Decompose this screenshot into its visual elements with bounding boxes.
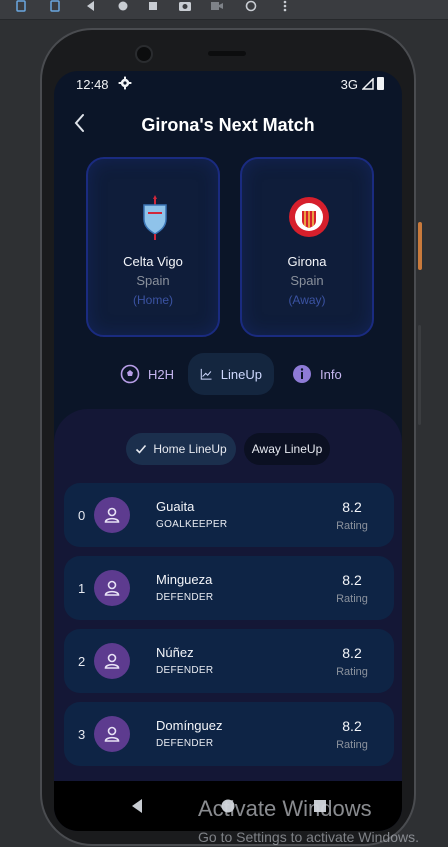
info-icon: [293, 365, 311, 383]
windows-watermark-title: Activate Windows: [198, 796, 372, 821]
player-name: Domínguez: [156, 718, 223, 733]
player-rating-label: Rating: [336, 520, 368, 532]
battery-icon: [377, 77, 384, 90]
player-rating: 8.2: [342, 572, 362, 588]
person-icon: [104, 653, 120, 669]
player-position: GOALKEEPER: [156, 519, 228, 530]
player-position: DEFENDER: [156, 738, 214, 749]
home-lineup-label: Home LineUp: [153, 442, 227, 456]
rotate-right-icon[interactable]: [48, 0, 62, 12]
front-camera: [135, 45, 153, 63]
away-team-country: Spain: [290, 273, 324, 288]
signal-icon: [362, 78, 374, 90]
home-team-card[interactable]: Celta Vigo Spain (Home): [86, 157, 220, 337]
player-row[interactable]: 1 Mingueza DEFENDER 8.2 Rating: [64, 556, 394, 620]
tab-lineup[interactable]: LineUp: [188, 353, 274, 395]
player-rating-label: Rating: [336, 666, 368, 678]
power-button[interactable]: [418, 222, 422, 270]
player-name: Núñez: [156, 645, 194, 660]
player-rating-label: Rating: [336, 593, 368, 605]
emulator-toolbar: [0, 0, 448, 20]
player-index: 1: [78, 581, 86, 596]
player-name: Mingueza: [156, 572, 213, 587]
celta-vigo-crest-icon: [143, 195, 167, 240]
person-icon: [104, 580, 120, 596]
record-icon[interactable]: [210, 0, 224, 12]
away-team-card[interactable]: Girona Spain (Away): [240, 157, 374, 337]
away-team-name: Girona: [287, 254, 327, 269]
tab-h2h[interactable]: H2H: [108, 353, 186, 395]
person-icon: [104, 507, 120, 523]
refresh-icon[interactable]: [244, 0, 258, 12]
player-rating: 8.2: [342, 645, 362, 661]
network-type: 3G: [340, 77, 358, 92]
avatar: [94, 716, 130, 752]
nav-back-icon[interactable]: [128, 797, 146, 815]
volume-button[interactable]: [418, 325, 421, 425]
player-index: 3: [78, 727, 86, 742]
rotate-left-icon[interactable]: [14, 0, 28, 12]
home-team-name: Celta Vigo: [123, 254, 183, 269]
player-name: Guaita: [156, 499, 195, 514]
person-icon: [104, 726, 120, 742]
player-position: DEFENDER: [156, 665, 214, 676]
girona-crest-icon: [289, 197, 329, 237]
player-rating-label: Rating: [336, 739, 368, 751]
home-icon[interactable]: [116, 0, 130, 12]
player-row[interactable]: 3 Domínguez DEFENDER 8.2 Rating: [64, 702, 394, 766]
player-row[interactable]: 0 Guaita GOALKEEPER 8.2 Rating: [64, 483, 394, 547]
home-team-country: Spain: [136, 273, 170, 288]
away-team-role: (Away): [288, 293, 326, 307]
chart-line-icon: [200, 368, 212, 380]
soccer-ball-icon: [120, 364, 140, 384]
back-icon[interactable]: [84, 0, 98, 12]
avatar: [94, 643, 130, 679]
app-header: Girona's Next Match: [54, 107, 402, 141]
status-bar: 12:48 3G: [54, 71, 402, 99]
player-row[interactable]: 2 Núñez DEFENDER 8.2 Rating: [64, 629, 394, 693]
tab-info-label: Info: [320, 366, 342, 382]
tab-info[interactable]: Info: [280, 353, 354, 395]
camera-icon[interactable]: [178, 0, 192, 12]
home-team-role: (Home): [132, 293, 173, 307]
check-icon: [136, 444, 147, 454]
away-lineup-chip[interactable]: Away LineUp: [244, 433, 330, 465]
avatar: [94, 570, 130, 606]
player-index: 2: [78, 654, 86, 669]
earpiece-speaker: [208, 51, 246, 56]
settings-gear-icon: [118, 76, 132, 90]
page-title: Girona's Next Match: [141, 115, 315, 135]
player-rating: 8.2: [342, 718, 362, 734]
tab-lineup-label: LineUp: [220, 366, 262, 382]
avatar: [94, 497, 130, 533]
tab-h2h-label: H2H: [148, 366, 175, 382]
overview-icon[interactable]: [146, 0, 160, 12]
lineup-panel: Home LineUp Away LineUp 0 Guaita GOALKEE…: [54, 409, 402, 831]
match-tabs: H2H LineUp Info: [54, 353, 402, 397]
more-icon[interactable]: [278, 0, 292, 12]
windows-watermark-subtitle: Go to Settings to activate Windows.: [198, 829, 419, 845]
player-position: DEFENDER: [156, 592, 214, 603]
status-time: 12:48: [76, 77, 109, 92]
app-screen: 12:48 3G Girona's Next Match Celta Vigo …: [54, 71, 402, 831]
away-lineup-label: Away LineUp: [251, 442, 323, 456]
player-rating: 8.2: [342, 499, 362, 515]
home-lineup-chip[interactable]: Home LineUp: [126, 433, 236, 465]
player-index: 0: [78, 508, 86, 523]
